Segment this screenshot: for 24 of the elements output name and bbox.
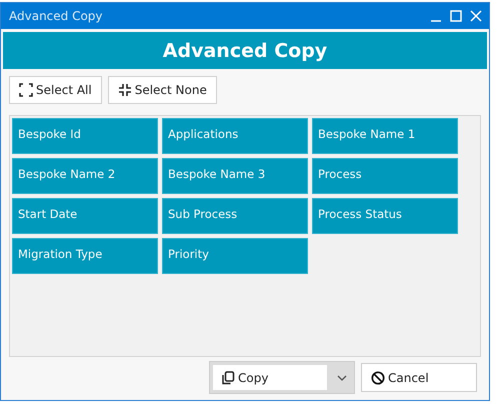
copy-split-button[interactable]: Copy <box>209 361 355 394</box>
cancel-icon <box>371 370 385 384</box>
field-tile[interactable]: Bespoke Name 2 <box>12 158 158 194</box>
dialog-heading: Advanced Copy <box>162 40 328 62</box>
field-tile[interactable]: Bespoke Name 3 <box>162 158 308 194</box>
field-tile[interactable]: Start Date <box>12 198 158 234</box>
field-tile[interactable]: Process <box>312 158 458 194</box>
field-tile[interactable]: Priority <box>162 238 308 274</box>
maximize-icon[interactable] <box>449 9 463 23</box>
copy-icon <box>221 370 235 384</box>
copy-button[interactable]: Copy <box>213 365 327 390</box>
expand-icon <box>19 83 33 97</box>
field-tile[interactable]: Sub Process <box>162 198 308 234</box>
select-all-button[interactable]: Select All <box>9 76 102 104</box>
field-tile[interactable]: Applications <box>162 118 308 154</box>
window-title: Advanced Copy <box>9 9 104 23</box>
close-icon[interactable] <box>469 9 483 23</box>
field-tile[interactable]: Bespoke Name 1 <box>312 118 458 154</box>
select-none-button[interactable]: Select None <box>108 76 217 104</box>
field-tile[interactable]: Process Status <box>312 198 458 234</box>
field-tile[interactable]: Migration Type <box>12 238 158 274</box>
cancel-button[interactable]: Cancel <box>361 363 477 392</box>
field-tile[interactable]: Bespoke Id <box>12 118 158 154</box>
collapse-icon <box>118 83 132 97</box>
